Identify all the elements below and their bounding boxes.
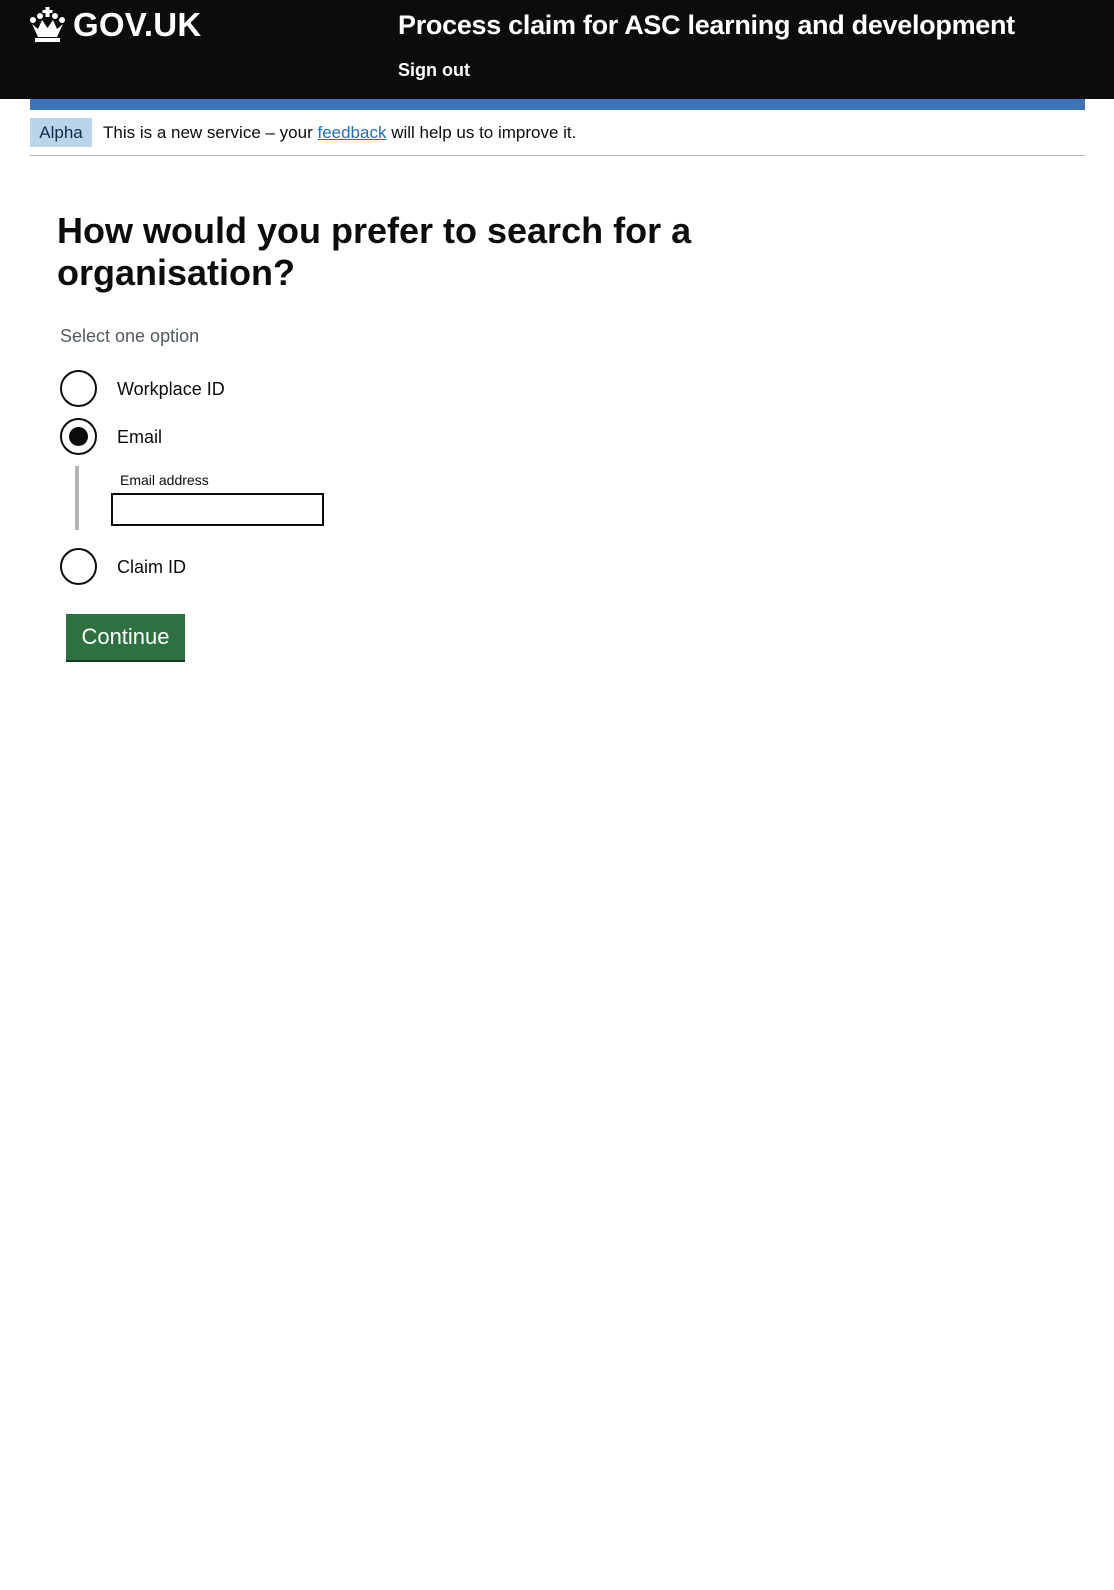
phase-text-before: This is a new service – your [103,123,318,142]
radio-option-workplace-id[interactable]: Workplace ID [60,370,225,407]
phase-banner-text: This is a new service – your feedback wi… [103,121,576,145]
radio-selected-dot [69,427,88,446]
email-address-label: Email address [120,472,209,488]
conditional-reveal-bar [75,466,79,530]
sign-out-link[interactable]: Sign out [398,58,470,82]
feedback-link[interactable]: feedback [317,123,386,142]
radio-label[interactable]: Claim ID [117,555,186,579]
continue-button[interactable]: Continue [66,614,185,660]
email-address-input[interactable] [111,493,324,526]
radio-button[interactable] [60,370,97,407]
site-header: GOV.UK Process claim for ASC learning an… [0,0,1114,99]
page-heading: How would you prefer to search for a org… [57,210,692,293]
phase-text-after: will help us to improve it. [386,123,577,142]
logo-text: GOV.UK [73,6,202,43]
phase-banner: Alpha This is a new service – your feedb… [30,118,1085,156]
radio-option-claim-id[interactable]: Claim ID [60,548,186,585]
radio-option-email[interactable]: Email [60,418,162,455]
radio-label[interactable]: Workplace ID [117,377,225,401]
hint-text: Select one option [60,326,200,346]
header-accent-bar [30,99,1085,110]
radio-label[interactable]: Email [117,425,162,449]
radio-button-selected[interactable] [60,418,97,455]
radio-button[interactable] [60,548,97,585]
phase-tag: Alpha [30,118,92,147]
crown-icon [30,7,65,42]
govuk-logo-link[interactable]: GOV.UK [29,4,201,46]
service-name[interactable]: Process claim for ASC learning and devel… [398,7,1015,43]
